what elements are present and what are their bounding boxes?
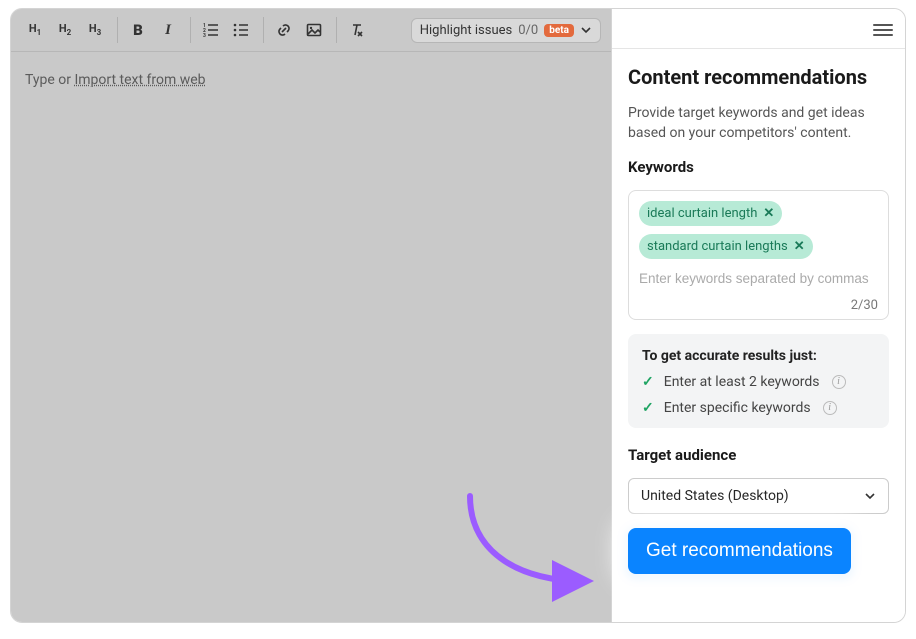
heading1-button[interactable]: H1 bbox=[21, 17, 49, 43]
info-icon[interactable]: i bbox=[832, 375, 846, 389]
beta-badge: beta bbox=[544, 24, 574, 37]
chevron-down-icon bbox=[864, 490, 876, 502]
tip-row: ✓ Enter specific keywords i bbox=[642, 400, 875, 416]
remove-keyword-icon[interactable]: ✕ bbox=[763, 206, 774, 221]
sidebar-title: Content recommendations bbox=[628, 65, 889, 89]
audience-select[interactable]: United States (Desktop) bbox=[628, 478, 889, 514]
tips-box: To get accurate results just: ✓ Enter at… bbox=[628, 334, 889, 428]
editor-placeholder-prefix: Type or bbox=[25, 72, 74, 88]
chevron-down-icon bbox=[580, 24, 592, 36]
audience-value: United States (Desktop) bbox=[641, 488, 789, 504]
audience-label: Target audience bbox=[628, 446, 889, 464]
highlight-count: 0/0 bbox=[518, 23, 538, 38]
unordered-list-button[interactable] bbox=[227, 17, 255, 43]
svg-text:3: 3 bbox=[203, 33, 206, 38]
check-icon: ✓ bbox=[642, 374, 654, 390]
heading2-button[interactable]: H2 bbox=[51, 17, 79, 43]
italic-button[interactable]: I bbox=[154, 17, 182, 43]
editor-toolbar: H1 H2 H3 B I 123 bbox=[11, 9, 611, 52]
check-icon: ✓ bbox=[642, 400, 654, 416]
keyword-tag: ideal curtain length ✕ bbox=[639, 201, 782, 226]
editor-body[interactable]: Type or Import text from web bbox=[11, 52, 611, 622]
highlight-issues-dropdown[interactable]: Highlight issues 0/0 beta bbox=[411, 18, 601, 43]
tip-row: ✓ Enter at least 2 keywords i bbox=[642, 374, 875, 390]
clear-format-button[interactable] bbox=[343, 17, 371, 43]
remove-keyword-icon[interactable]: ✕ bbox=[794, 239, 805, 254]
tips-title: To get accurate results just: bbox=[642, 348, 875, 364]
keyword-tag: standard curtain lengths ✕ bbox=[639, 234, 813, 259]
editor-pane: H1 H2 H3 B I 123 bbox=[11, 9, 612, 622]
bold-button[interactable]: B bbox=[124, 17, 152, 43]
image-button[interactable] bbox=[300, 17, 328, 43]
keywords-label: Keywords bbox=[628, 158, 889, 176]
recommendations-sidebar: Content recommendations Provide target k… bbox=[612, 9, 905, 622]
heading3-button[interactable]: H3 bbox=[81, 17, 109, 43]
link-button[interactable] bbox=[270, 17, 298, 43]
keywords-count: 2/30 bbox=[639, 294, 878, 313]
keywords-box: ideal curtain length ✕ standard curtain … bbox=[628, 190, 889, 320]
import-text-link[interactable]: Import text from web bbox=[74, 72, 205, 88]
highlight-label: Highlight issues bbox=[420, 23, 513, 38]
ordered-list-button[interactable]: 123 bbox=[197, 17, 225, 43]
menu-icon[interactable] bbox=[873, 21, 893, 37]
info-icon[interactable]: i bbox=[823, 401, 837, 415]
sidebar-description: Provide target keywords and get ideas ba… bbox=[628, 103, 889, 144]
get-recommendations-button[interactable]: Get recommendations bbox=[628, 528, 851, 574]
keywords-input[interactable] bbox=[639, 267, 878, 294]
